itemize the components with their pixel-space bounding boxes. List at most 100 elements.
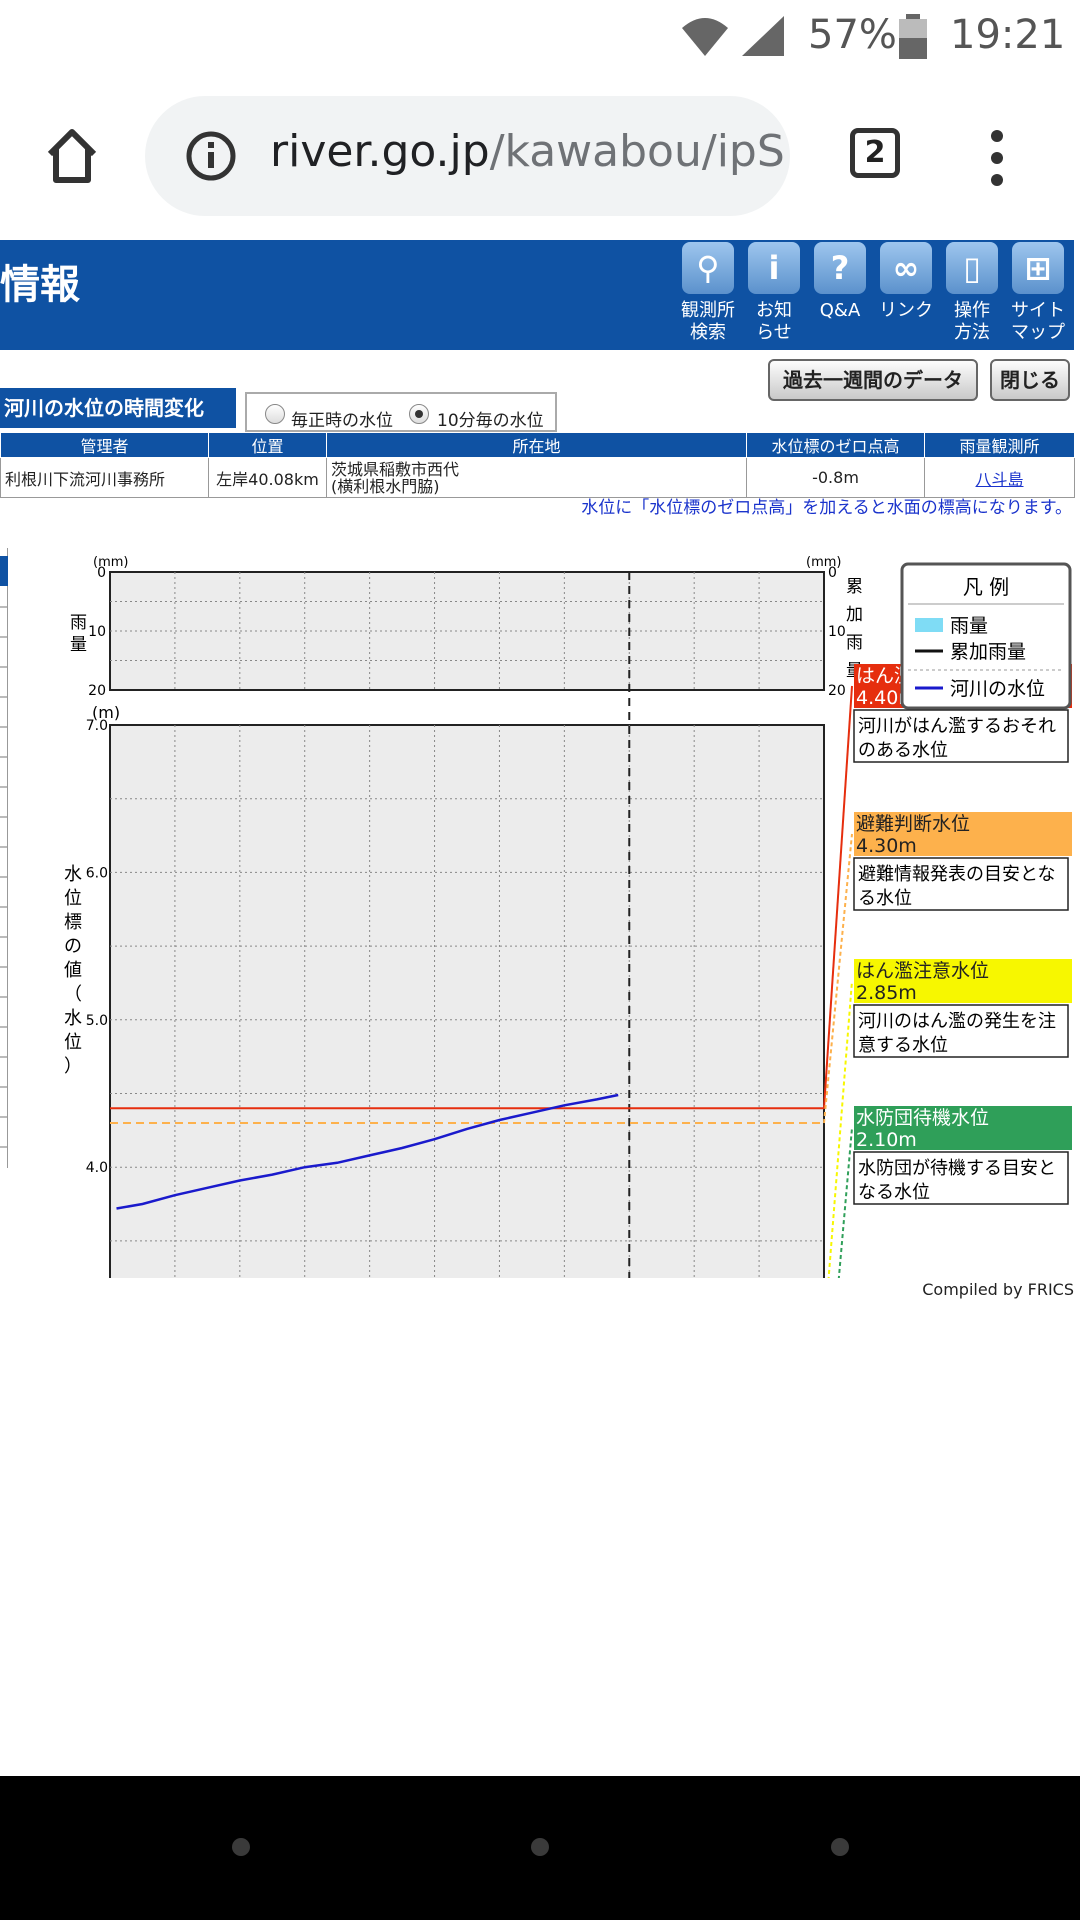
threshold-desc: のある水位 [858, 740, 948, 761]
table-header: 雨量観測所 [924, 432, 1075, 458]
level-ylabel-char: 位 [64, 1032, 82, 1053]
address-bar[interactable]: river.go.jp/kawabou/ipS [145, 96, 790, 216]
battery-percent: 57% [808, 12, 897, 58]
threshold-value: 4.30m [856, 835, 917, 857]
web-page: 情報 ⚲ 観測所 検索 i お知 らせ? Q&A ∞ リンク ▯ 操作 方法 ⊞ サイト マップ 過去一週間… [0, 238, 1080, 1776]
level-tick: 6.0 [86, 865, 108, 881]
search-icon: ⚲ [682, 242, 734, 294]
rain-station-link[interactable]: 八斗島 [975, 470, 1023, 489]
nav-button-question[interactable]: ? Q&A [808, 242, 872, 322]
signal-icon [742, 16, 784, 56]
table-header: 位置 [208, 432, 327, 458]
threshold-desc: 河川のはん濫の発生を注 [858, 1011, 1056, 1032]
water-level-chart: 0010102020(mm)(mm)雨量累加雨量2.03.04.05.06.07… [64, 555, 1072, 1278]
nav-label: リンク [879, 300, 933, 321]
legend-swatch-rain [915, 618, 943, 632]
radio-10min-label[interactable]: 10分毎の水位 [437, 406, 544, 431]
threshold-desc: 河川がはん濫するおそれ [858, 716, 1056, 737]
station-info-table: 管理者 位置 所在地 水位標のゼロ点高 雨量観測所 利根川下流河川事務所 左岸4… [0, 432, 1075, 498]
past-week-data-button[interactable]: 過去一週間のデータ [768, 359, 978, 401]
menu-icon[interactable] [985, 128, 1009, 188]
rain-station-cell: 八斗島 [924, 457, 1075, 498]
level-ylabel-char: （ [64, 984, 82, 1005]
level-ylabel-char: 値 [64, 960, 82, 981]
threshold-name: 水防団待機水位 [856, 1107, 989, 1129]
link-icon: ∞ [880, 242, 932, 294]
threshold-desc: る水位 [858, 888, 912, 909]
radio-hourly[interactable] [265, 404, 285, 424]
table-header: 水位標のゼロ点高 [746, 432, 925, 458]
level-ylabel-char: ） [64, 1056, 82, 1077]
zero-height-cell: -0.8m [746, 457, 925, 498]
position-cell: 左岸40.08km [208, 457, 327, 498]
rain-unit-left: (mm) [93, 555, 128, 570]
threshold-connector [837, 1127, 853, 1278]
info-icon: i [748, 242, 800, 294]
legend-rain: 雨量 [950, 615, 988, 637]
radio-10min[interactable] [409, 404, 429, 424]
rain-ylabel-char: 量 [70, 635, 87, 655]
threshold-connector [827, 980, 853, 1278]
home-button[interactable] [531, 1838, 549, 1856]
close-button[interactable]: 閉じる [990, 359, 1070, 401]
recents-button[interactable] [831, 1838, 849, 1856]
rain-ylabel-char: 雨 [70, 613, 87, 633]
rain-ylabel-right-char: 累 [846, 577, 863, 597]
android-nav-bar [0, 1776, 1080, 1920]
nav-label: Q&A [819, 300, 861, 321]
nav-label: 検索 [690, 322, 726, 343]
question-icon: ? [814, 242, 866, 294]
browser-toolbar: river.go.jp/kawabou/ipS 2 [0, 76, 1080, 238]
home-icon[interactable] [42, 126, 102, 186]
nav-button-link[interactable]: ∞ リンク [874, 242, 938, 322]
level-ylabel-char: 位 [64, 888, 82, 909]
rain-ylabel-right-char: 加 [846, 605, 863, 625]
status-bar: 57% 19:21 [0, 0, 1080, 76]
threshold-desc: 意する水位 [858, 1035, 948, 1056]
location-cell: 茨城県稲敷市西代 (横利根水門脇) [326, 457, 747, 498]
nav-button-search[interactable]: ⚲ 観測所 検索 [676, 242, 740, 344]
legend-cumulative: 累加雨量 [950, 641, 1026, 663]
section-title: 河川の水位の時間変化 [0, 388, 236, 428]
nav-label: らせ [756, 322, 792, 343]
tab-switcher-button[interactable]: 2 [850, 128, 900, 178]
threshold-value: 2.10m [856, 1129, 917, 1151]
nav-button-info[interactable]: i お知 らせ [742, 242, 806, 344]
threshold-desc: 避難情報発表の目安とな [858, 864, 1055, 885]
nav-label: 観測所 [681, 300, 735, 321]
rain-tick-left: 20 [88, 683, 106, 699]
site-header: 情報 ⚲ 観測所 検索 i お知 らせ? Q&A ∞ リンク ▯ 操作 方法 ⊞ サイト マップ [0, 240, 1074, 350]
battery-icon [899, 14, 927, 59]
legend-level: 河川の水位 [950, 678, 1045, 700]
rain-unit-right: (mm) [806, 555, 841, 570]
mouse-icon: ▯ [946, 242, 998, 294]
interval-radio-group: 毎正時の水位 10分毎の水位 [245, 392, 557, 432]
threshold-desc: 水防団が待機する目安と [858, 1158, 1056, 1179]
page-title: 情報 [0, 262, 80, 308]
threshold-desc: なる水位 [858, 1182, 930, 1203]
threshold-name: はん濫注意水位 [856, 960, 989, 982]
threshold-connector [823, 833, 853, 1124]
level-tick: 5.0 [86, 1013, 108, 1029]
back-button[interactable] [232, 1838, 250, 1856]
rain-tick-left: 10 [88, 624, 106, 640]
clock: 19:21 [950, 12, 1066, 58]
wifi-icon [682, 18, 728, 56]
level-ylabel-char: 標 [64, 912, 82, 933]
info-icon[interactable] [185, 130, 237, 182]
url-text[interactable]: river.go.jp/kawabou/ipS [270, 126, 785, 177]
nav-button-mouse[interactable]: ▯ 操作 方法 [940, 242, 1004, 344]
table-header: 管理者 [0, 432, 209, 458]
url-host: river.go.jp [270, 126, 490, 177]
level-ylabel-char: の [64, 936, 82, 957]
location-line2: (横利根水門脇) [331, 476, 440, 496]
threshold-connector [823, 685, 853, 1109]
level-unit: (m) [92, 703, 120, 722]
nav-label: 操作 [954, 300, 990, 321]
legend-title: 凡 例 [963, 575, 1009, 599]
nav-label: サイト [1011, 300, 1065, 321]
url-path: /kawabou/ipS [489, 126, 785, 177]
rain-tick-right: 20 [828, 683, 846, 699]
nav-button-sitemap[interactable]: ⊞ サイト マップ [1006, 242, 1070, 344]
radio-hourly-label[interactable]: 毎正時の水位 [291, 406, 393, 431]
